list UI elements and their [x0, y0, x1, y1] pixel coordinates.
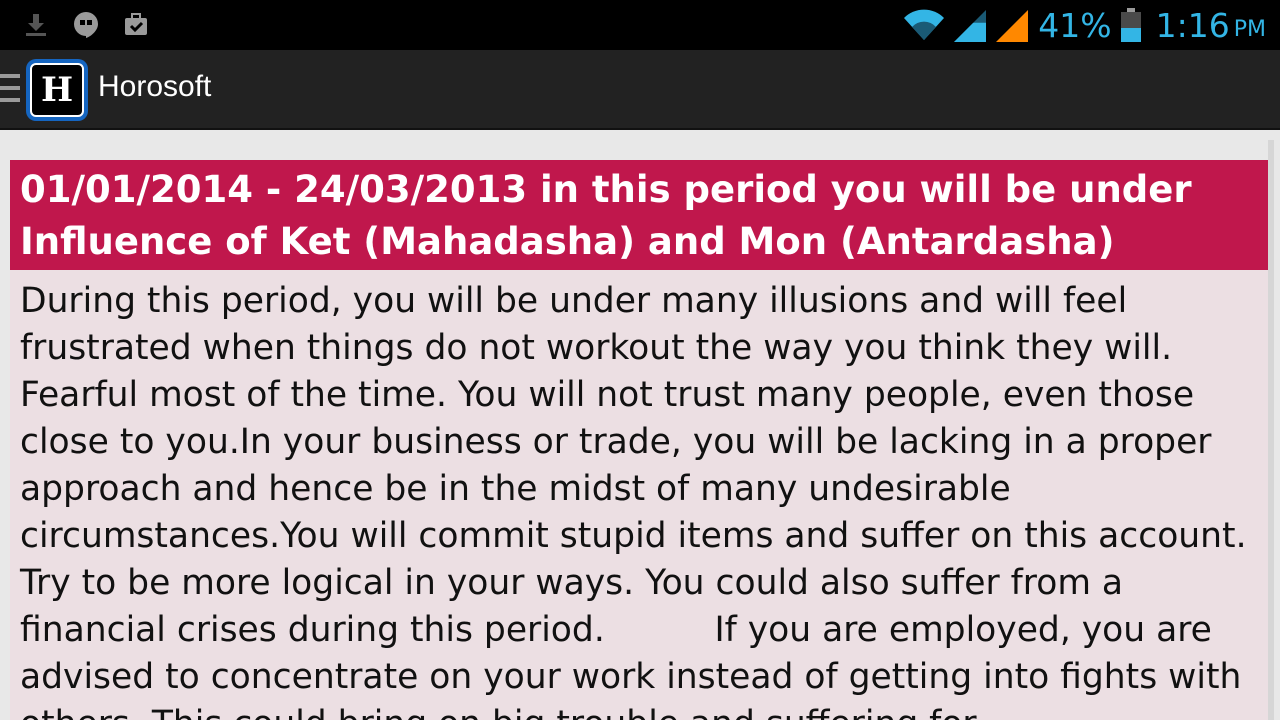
- briefcase-icon: [125, 13, 147, 35]
- status-bar: 41% 1:16 PM: [0, 0, 1280, 50]
- wifi-icon: [904, 9, 945, 40]
- clock-am-pm: PM: [1233, 16, 1266, 42]
- system-status: 41% 1:16 PM: [904, 0, 1266, 50]
- period-header: 01/01/2014 - 24/03/2013 in this period y…: [10, 160, 1268, 270]
- signal-roaming-icon: [996, 10, 1029, 42]
- download-icon: [26, 14, 46, 36]
- app-logo-letter: H: [30, 63, 84, 117]
- battery-icon: [1120, 8, 1141, 42]
- scrollbar[interactable]: [1268, 140, 1274, 720]
- app-logo[interactable]: H: [26, 59, 88, 121]
- notification-icons: [22, 10, 150, 38]
- battery-percent: 41%: [1038, 5, 1112, 45]
- signal-icon: [954, 10, 987, 42]
- clock: 1:16: [1155, 5, 1230, 45]
- navigation-drawer-icon[interactable]: [0, 74, 20, 104]
- prediction-text: During this period, you will be under ma…: [20, 281, 1247, 720]
- prediction-card: 01/01/2014 - 24/03/2013 in this period y…: [10, 160, 1268, 720]
- app-title: Horosoft: [98, 70, 212, 103]
- action-bar: H Horosoft: [0, 50, 1280, 130]
- hangouts-icon: [74, 12, 98, 38]
